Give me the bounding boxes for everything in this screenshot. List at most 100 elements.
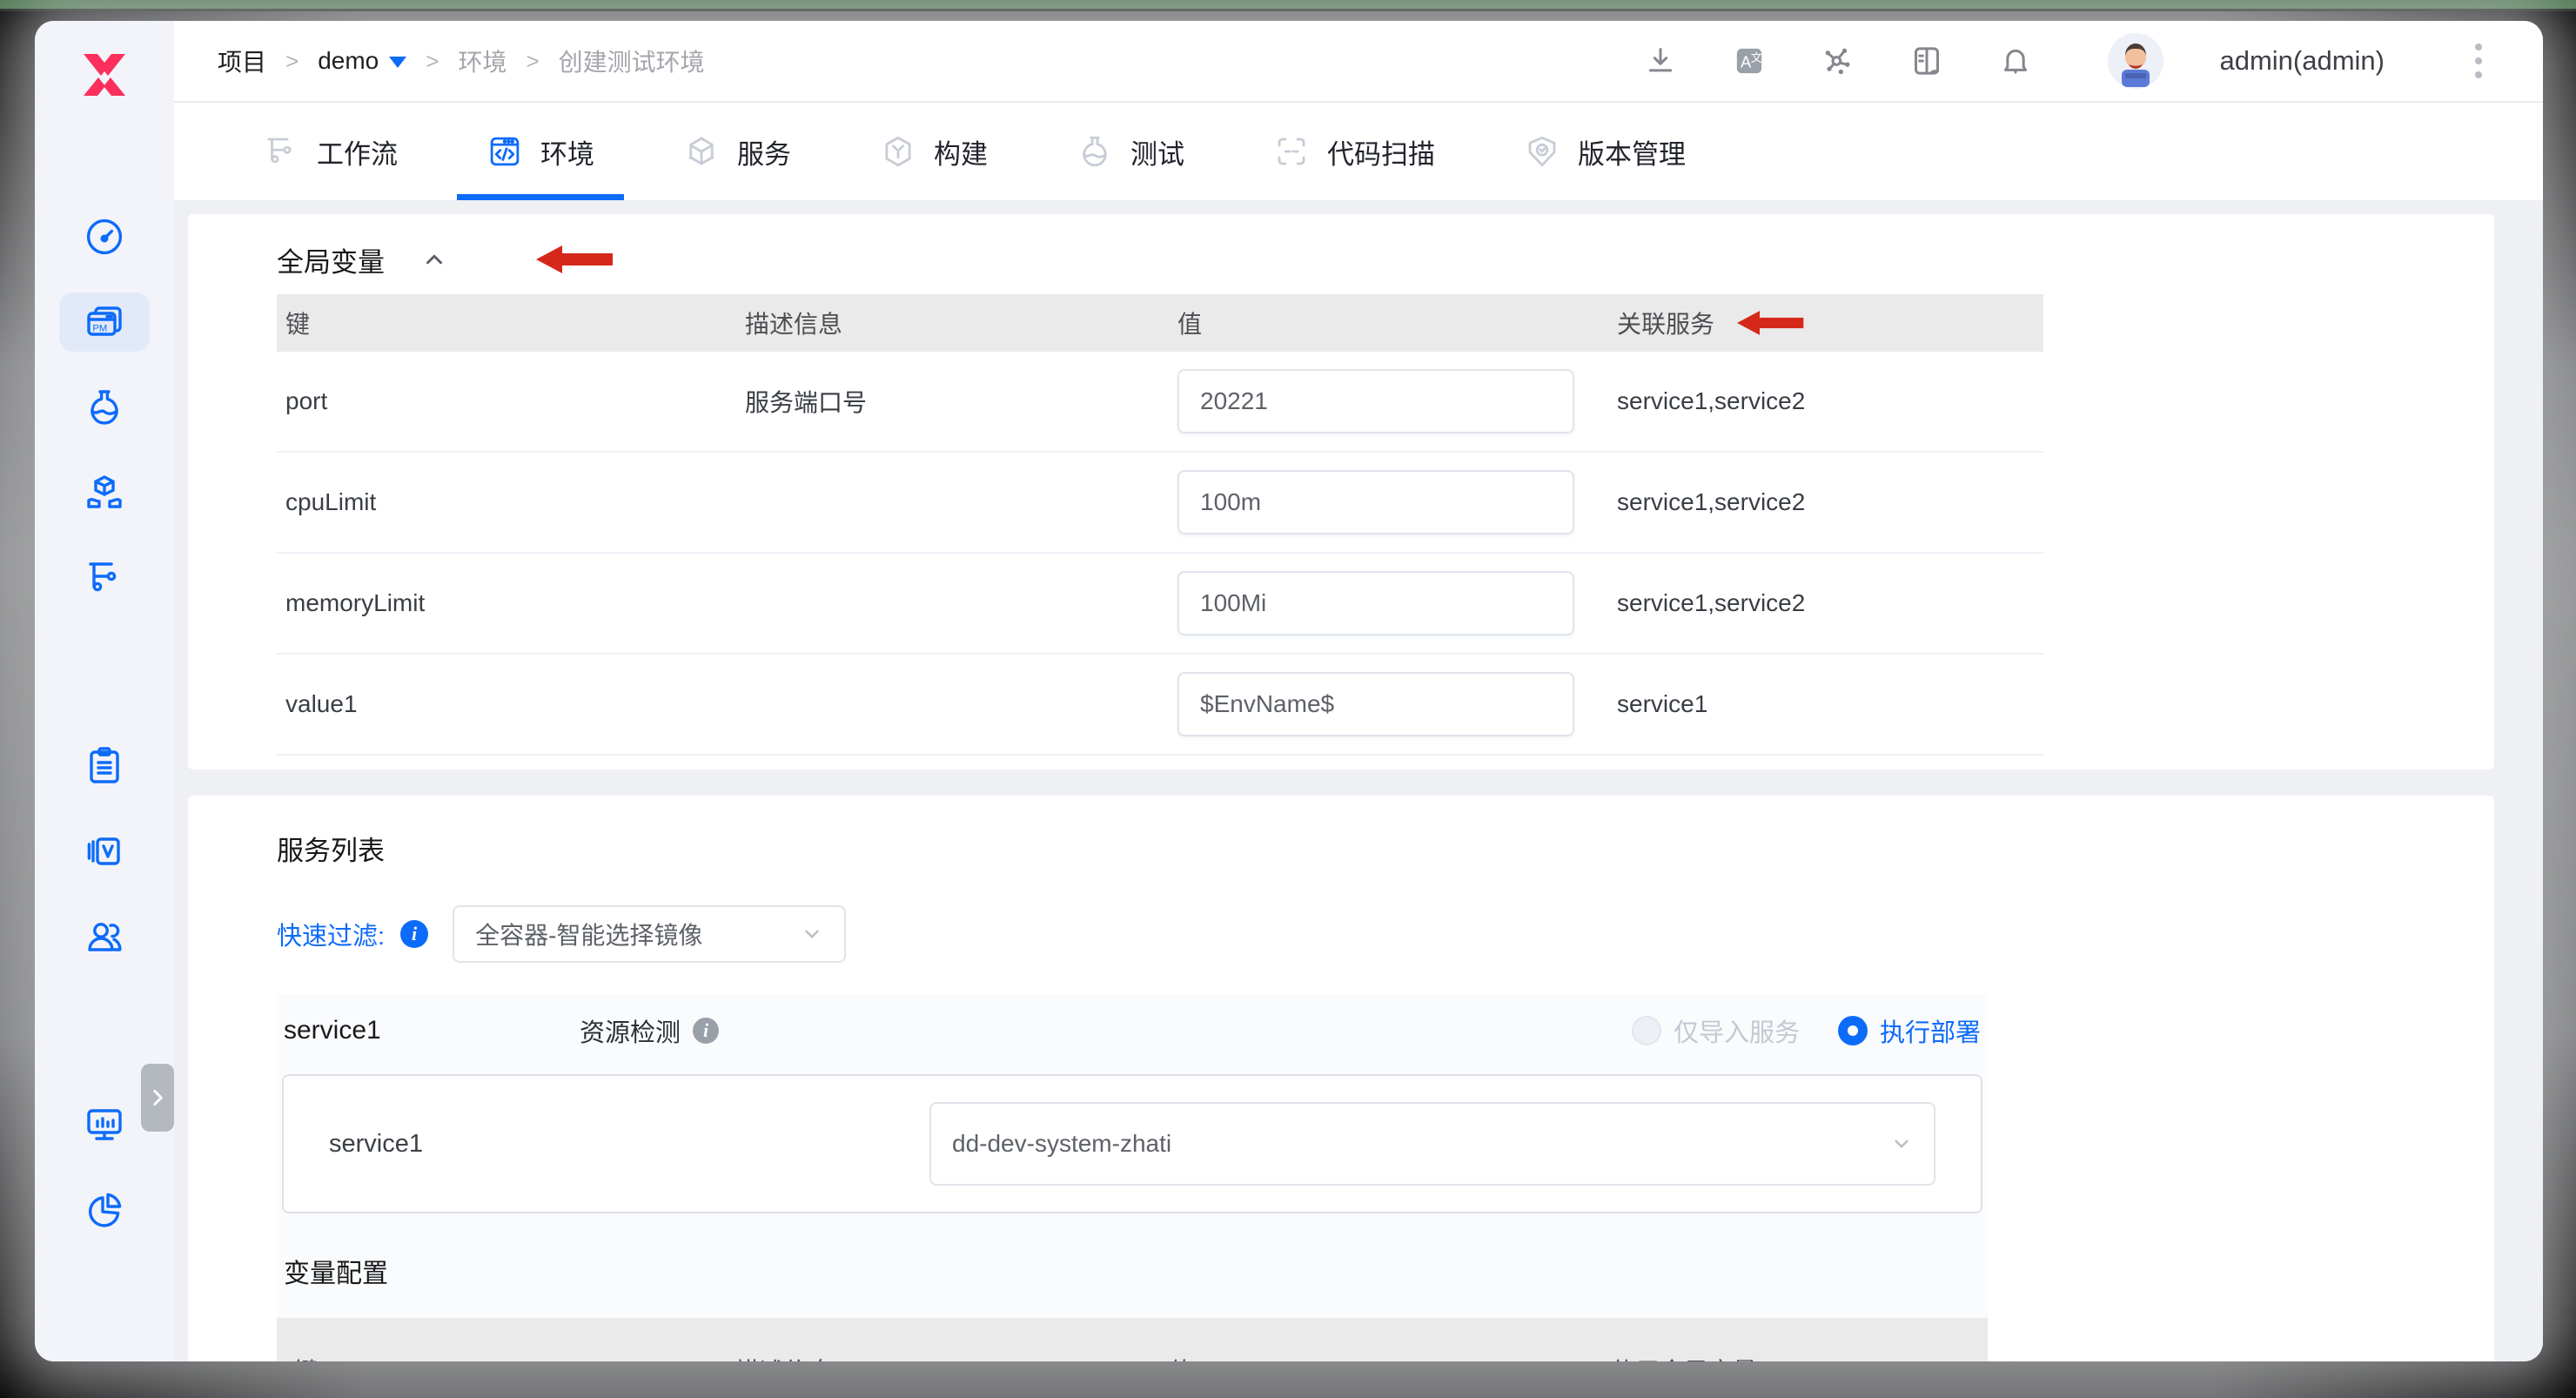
tab-code-scan[interactable]: 代码扫描 xyxy=(1268,103,1440,200)
var-key: cpuLimit xyxy=(277,488,736,516)
var-key: value1 xyxy=(277,690,736,718)
environment-icon xyxy=(486,133,523,170)
sidebar-item-delivery[interactable] xyxy=(59,463,150,522)
quick-filter-select[interactable]: 全容器-智能选择镜像 xyxy=(453,905,846,963)
page-content: 全局变量 键 描述信息 值 关联服务 xyxy=(174,200,2543,1361)
build-icon xyxy=(880,133,916,170)
var-description: 服务端口号 xyxy=(736,384,1169,419)
bell-icon xyxy=(1998,44,2033,78)
version-v-icon xyxy=(84,830,125,872)
image-select[interactable]: dd-dev-system-zhati xyxy=(929,1102,1935,1186)
breadcrumb-environments[interactable]: 环境 xyxy=(458,44,506,78)
language-button[interactable]: A 文 xyxy=(1730,42,1768,80)
docs-icon xyxy=(1909,44,1944,78)
breadcrumb-separator: > xyxy=(426,48,439,75)
translate-icon: A 文 xyxy=(1732,44,1767,78)
chevron-down-icon xyxy=(389,57,406,68)
service-list-title: 服务列表 xyxy=(277,825,2494,870)
pie-chart-icon xyxy=(84,1189,125,1231)
sidebar-item-projects[interactable]: PM xyxy=(59,292,150,352)
table-row: value1 service1 xyxy=(277,655,2043,756)
sidebar-item-reports[interactable] xyxy=(59,1180,150,1240)
info-icon[interactable]: i xyxy=(400,920,428,948)
var-value-input[interactable] xyxy=(1177,369,1574,434)
var-value-input[interactable] xyxy=(1177,470,1574,534)
tab-version-management[interactable]: 版本管理 xyxy=(1519,103,1691,200)
sidebar-nav: PM xyxy=(59,207,150,1266)
breadcrumb-project-dropdown[interactable]: demo xyxy=(318,47,406,75)
breadcrumb: 项目 > demo > 环境 > 创建测试环境 xyxy=(218,44,705,78)
cluster-icon xyxy=(1821,44,1855,78)
service-name: service1 xyxy=(329,1130,929,1159)
sidebar-item-users[interactable] xyxy=(59,907,150,966)
tab-tests[interactable]: 测试 xyxy=(1071,103,1190,200)
var-value-input[interactable] xyxy=(1177,571,1574,635)
dashboard-icon xyxy=(84,216,125,258)
notifications-button[interactable] xyxy=(1996,42,2035,80)
radio-import-only[interactable]: 仅导入服务 xyxy=(1632,1012,1800,1049)
code-scan-icon xyxy=(1273,133,1310,170)
download-button[interactable] xyxy=(1641,42,1680,80)
sidebar-collapse-handle[interactable] xyxy=(141,1064,174,1132)
var-value-input[interactable] xyxy=(1177,672,1574,736)
service-cube-icon xyxy=(683,133,720,170)
sidebar-item-testing[interactable] xyxy=(59,378,150,437)
radio-deploy[interactable]: 执行部署 xyxy=(1838,1012,1981,1049)
breadcrumb-separator: > xyxy=(285,48,299,75)
annotation-arrow-left-icon xyxy=(1737,307,1805,339)
workflow-icon xyxy=(263,133,299,170)
service-image-row: service1 dd-dev-system-zhati xyxy=(282,1074,1982,1213)
column-header-key: 键 xyxy=(277,1353,718,1361)
checklist-icon xyxy=(84,745,125,787)
chevron-down-icon xyxy=(1890,1133,1913,1155)
breadcrumb-separator: > xyxy=(526,48,539,75)
global-variables-header: 全局变量 xyxy=(277,237,2494,282)
tab-services[interactable]: 服务 xyxy=(678,103,796,200)
tab-label: 代码扫描 xyxy=(1327,132,1435,171)
var-key: memoryLimit xyxy=(277,589,736,617)
var-services: service1,service2 xyxy=(1608,387,2043,415)
sidebar-item-insight[interactable] xyxy=(59,1095,150,1154)
info-icon[interactable]: i xyxy=(693,1018,719,1044)
avatar[interactable] xyxy=(2108,33,2163,89)
tab-workflows[interactable]: 工作流 xyxy=(258,103,403,200)
table-row: memoryLimit service1,service2 xyxy=(277,554,2043,655)
tab-label: 工作流 xyxy=(317,132,398,171)
avatar-image xyxy=(2108,33,2163,89)
username[interactable]: admin(admin) xyxy=(2219,45,2385,77)
sidebar-item-plans[interactable] xyxy=(59,736,150,796)
sidebar-item-pipelines[interactable] xyxy=(59,548,150,608)
breadcrumb-projects[interactable]: 项目 xyxy=(218,44,266,78)
topbar: 项目 > demo > 环境 > 创建测试环境 xyxy=(174,21,2543,103)
tab-label: 环境 xyxy=(540,132,594,171)
chevron-down-icon xyxy=(801,923,823,945)
users-icon xyxy=(84,916,125,958)
tab-label: 构建 xyxy=(934,132,988,171)
radio-icon xyxy=(1838,1016,1868,1045)
docs-button[interactable] xyxy=(1908,42,1946,80)
service-name: service1 xyxy=(284,1016,580,1045)
tab-builds[interactable]: 构建 xyxy=(875,103,993,200)
more-menu-button[interactable] xyxy=(2470,38,2487,84)
var-services: service1 xyxy=(1608,690,2043,718)
column-header-value: 值 xyxy=(1151,1353,1593,1361)
breadcrumb-current-page: 创建测试环境 xyxy=(559,44,705,78)
deploy-mode-radios: 仅导入服务 执行部署 xyxy=(1632,1012,1981,1049)
column-header-description: 描述信息 xyxy=(736,306,1169,340)
main-area: 项目 > demo > 环境 > 创建测试环境 xyxy=(174,21,2543,1361)
tab-environments[interactable]: 环境 xyxy=(481,103,600,200)
download-icon xyxy=(1643,44,1678,78)
variable-config-title: 变量配置 xyxy=(284,1252,1988,1290)
table-row: port 服务端口号 service1,service2 xyxy=(277,352,2043,453)
global-variables-title: 全局变量 xyxy=(277,240,385,279)
tab-label: 测试 xyxy=(1130,132,1184,171)
column-header-key: 键 xyxy=(277,306,736,340)
sidebar-item-releases[interactable] xyxy=(59,822,150,881)
cluster-button[interactable] xyxy=(1819,42,1857,80)
service-block: service1 资源检测 i 仅导入服务 xyxy=(277,994,1988,1361)
collapse-chevron-up-icon[interactable] xyxy=(421,246,447,272)
sidebar-item-dashboard[interactable] xyxy=(59,207,150,266)
column-header-use-global: 使用全局变量 xyxy=(1593,1353,1988,1361)
annotation-arrow-left-icon xyxy=(536,244,614,275)
quick-filter-label[interactable]: 快速过滤: xyxy=(277,916,385,952)
